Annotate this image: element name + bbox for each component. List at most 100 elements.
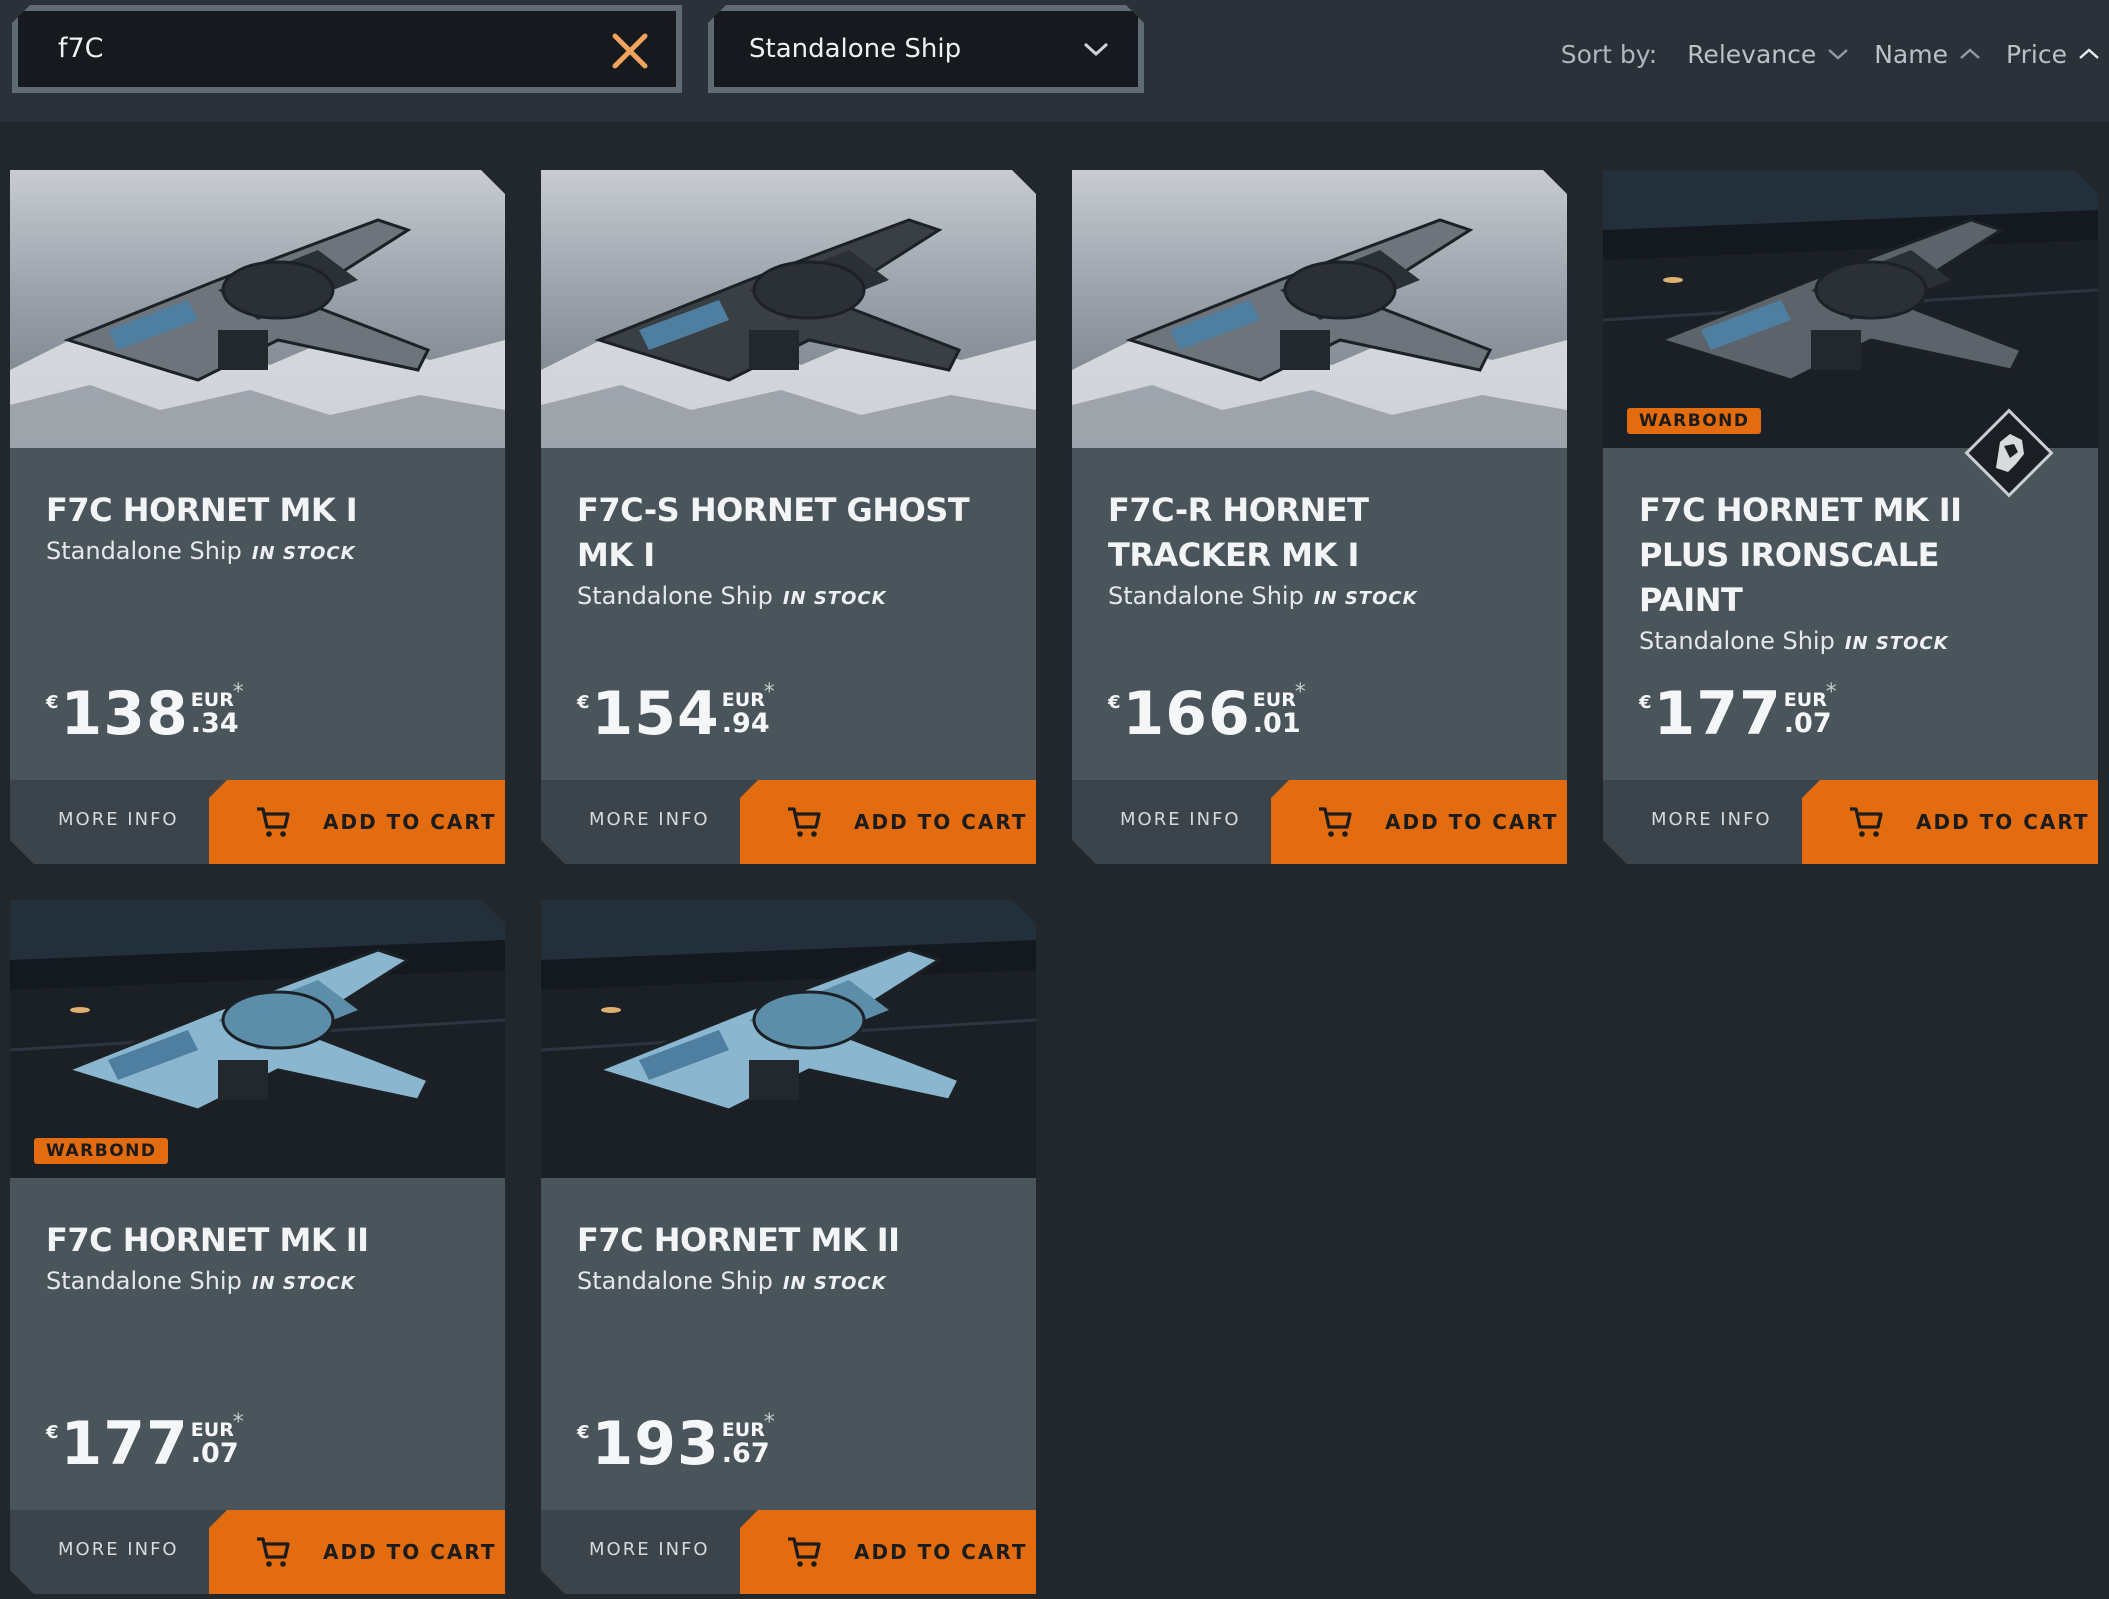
product-price: € 154 EUR .94 *: [577, 682, 770, 752]
cart-icon: [1317, 805, 1353, 839]
price-integer: 154: [591, 679, 720, 749]
product-image[interactable]: [1072, 170, 1567, 448]
price-decimals: .67: [721, 1438, 770, 1469]
price-footnote: *: [232, 680, 244, 705]
more-info-link[interactable]: MORE INFO: [1651, 780, 1772, 860]
product-type-line: Standalone Ship IN STOCK: [1639, 627, 2068, 655]
product-type: Standalone Ship: [46, 1267, 242, 1295]
product-card[interactable]: F7C HORNET MK I Standalone Ship IN STOCK …: [10, 170, 505, 864]
ship-image: [10, 900, 505, 1178]
add-to-cart-button[interactable]: ADD TO CART: [209, 780, 505, 864]
more-info-link[interactable]: MORE INFO: [589, 780, 710, 860]
price-side: EUR .94 *: [722, 690, 770, 738]
product-info: F7C HORNET MK II PLUS IRONSCALE PAINT St…: [1639, 488, 2068, 655]
card-actions: MORE INFO ADD TO CART: [1072, 780, 1567, 864]
price-decimals: .94: [721, 708, 770, 739]
add-to-cart-label: ADD TO CART: [1916, 810, 2090, 834]
product-info: F7C HORNET MK II Standalone Ship IN STOCK: [577, 1218, 1006, 1295]
currency-symbol: €: [1108, 692, 1121, 713]
product-type: Standalone Ship: [1639, 627, 1835, 655]
search-value[interactable]: f7C: [58, 11, 104, 87]
add-to-cart-button[interactable]: ADD TO CART: [740, 1510, 1036, 1594]
product-image[interactable]: [541, 900, 1036, 1178]
currency-symbol: €: [46, 692, 59, 713]
more-info-link[interactable]: MORE INFO: [589, 1510, 710, 1590]
price-footnote: *: [1825, 680, 1837, 705]
cart-icon: [255, 1535, 291, 1569]
add-to-cart-button[interactable]: ADD TO CART: [1802, 780, 2098, 864]
stock-status: IN STOCK: [782, 1273, 887, 1294]
product-name[interactable]: F7C HORNET MK II: [577, 1218, 977, 1263]
type-filter-select[interactable]: Standalone Ship: [708, 5, 1144, 93]
warbond-badge: WARBOND: [34, 1138, 168, 1164]
currency-symbol: €: [46, 1422, 59, 1443]
search-input[interactable]: f7C: [12, 5, 682, 93]
price-footnote: *: [1294, 680, 1306, 705]
product-name[interactable]: F7C-S HORNET GHOST MK I: [577, 488, 977, 578]
product-name[interactable]: F7C HORNET MK I: [46, 488, 446, 533]
price-footnote: *: [232, 1410, 244, 1435]
product-name[interactable]: F7C HORNET MK II PLUS IRONSCALE PAINT: [1639, 488, 2039, 623]
currency-code: EUR: [190, 1419, 234, 1441]
currency-code: EUR: [721, 1419, 765, 1441]
cart-icon: [255, 805, 291, 839]
currency-code: EUR: [721, 689, 765, 711]
product-card[interactable]: F7C HORNET MK II Standalone Ship IN STOCK…: [541, 900, 1036, 1594]
product-type: Standalone Ship: [1108, 582, 1304, 610]
cart-icon: [786, 1535, 822, 1569]
sort-option-label: Relevance: [1687, 39, 1817, 69]
stock-status: IN STOCK: [251, 543, 356, 564]
more-info-link[interactable]: MORE INFO: [58, 780, 179, 860]
more-info-link[interactable]: MORE INFO: [58, 1510, 179, 1590]
chevron-up-icon: [1960, 48, 1980, 59]
product-card[interactable]: F7C-S HORNET GHOST MK I Standalone Ship I…: [541, 170, 1036, 864]
cart-icon: [786, 805, 822, 839]
product-name[interactable]: F7C HORNET MK II: [46, 1218, 446, 1263]
product-type-line: Standalone Ship IN STOCK: [46, 537, 475, 565]
more-info-link[interactable]: MORE INFO: [1120, 780, 1241, 860]
sort-option-name[interactable]: Name: [1874, 40, 1982, 69]
warbond-badge: WARBOND: [1627, 408, 1761, 434]
product-image[interactable]: [541, 170, 1036, 448]
currency-code: EUR: [1783, 689, 1827, 711]
product-name[interactable]: F7C-R HORNET TRACKER MK I: [1108, 488, 1508, 578]
product-card[interactable]: WARBOND F7C HORNET MK II PLUS IRONSCALE …: [1603, 170, 2098, 864]
add-to-cart-label: ADD TO CART: [323, 1540, 497, 1564]
add-to-cart-button[interactable]: ADD TO CART: [209, 1510, 505, 1594]
product-type: Standalone Ship: [577, 1267, 773, 1295]
type-filter-value: Standalone Ship: [749, 34, 962, 64]
card-actions: MORE INFO ADD TO CART: [541, 780, 1036, 864]
close-icon[interactable]: [610, 31, 650, 71]
add-to-cart-button[interactable]: ADD TO CART: [740, 780, 1036, 864]
price-side: EUR .67 *: [722, 1420, 770, 1468]
product-info: F7C HORNET MK II Standalone Ship IN STOCK: [46, 1218, 475, 1295]
add-to-cart-button[interactable]: ADD TO CART: [1271, 780, 1567, 864]
price-integer: 177: [1653, 679, 1782, 749]
chevron-down-icon: [1828, 49, 1849, 60]
price-side: EUR .34 *: [191, 690, 239, 738]
product-price: € 177 EUR .07 *: [1639, 682, 1832, 752]
chevron-down-icon: [1082, 39, 1110, 59]
sort-option-label: Name: [1874, 39, 1948, 69]
price-integer: 166: [1122, 679, 1251, 749]
product-image[interactable]: [10, 900, 505, 1178]
price-integer: 177: [60, 1409, 189, 1479]
price-footnote: *: [763, 680, 775, 705]
product-card[interactable]: F7C-R HORNET TRACKER MK I Standalone Shi…: [1072, 170, 1567, 864]
card-actions: MORE INFO ADD TO CART: [1603, 780, 2098, 864]
price-footnote: *: [763, 1410, 775, 1435]
currency-code: EUR: [190, 689, 234, 711]
currency-symbol: €: [1639, 692, 1652, 713]
cart-icon: [1848, 805, 1884, 839]
product-type-line: Standalone Ship IN STOCK: [1108, 582, 1537, 610]
price-integer: 138: [60, 679, 189, 749]
sort-option-price[interactable]: Price: [2006, 40, 2101, 69]
product-card[interactable]: WARBOND F7C HORNET MK II Standalone Ship…: [10, 900, 505, 1594]
product-info: F7C-S HORNET GHOST MK I Standalone Ship I…: [577, 488, 1006, 610]
lion-emblem-icon: [1958, 402, 2060, 504]
price-side: EUR .01 *: [1253, 690, 1301, 738]
price-side: EUR .07 *: [1784, 690, 1832, 738]
price-decimals: .34: [190, 708, 239, 739]
sort-option-relevance[interactable]: Relevance: [1687, 40, 1850, 69]
product-image[interactable]: [10, 170, 505, 448]
